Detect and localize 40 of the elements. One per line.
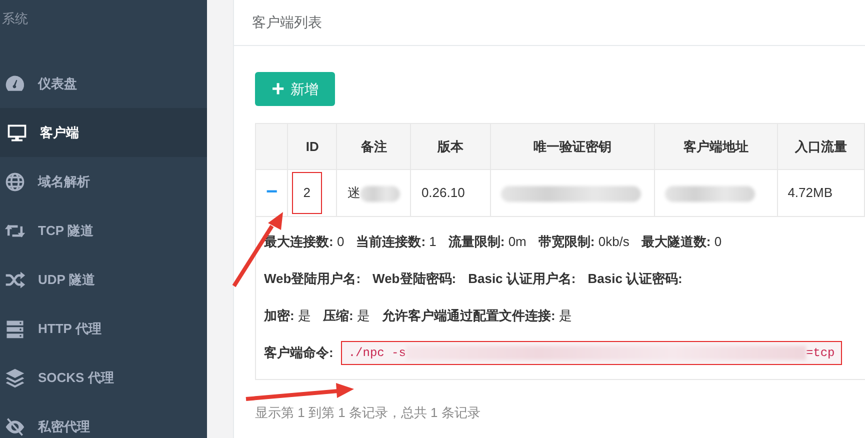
sidebar-item[interactable]: TCP 隧道 xyxy=(0,206,207,255)
client-id: 2 xyxy=(292,172,322,214)
sidebar-item[interactable]: SOCKS 代理 xyxy=(0,353,207,402)
table-cell: 迷 xyxy=(347,185,360,200)
panel-title: 客户端列表 xyxy=(252,14,322,30)
command-code: ./npc -s =tcp xyxy=(341,340,842,364)
column-header: 备注 xyxy=(336,124,411,170)
user-role: 系统 xyxy=(1,10,28,28)
detail-field: 允许客户端通过配置文件连接: 是 xyxy=(382,306,572,326)
detail-field: 流量限制: 0m xyxy=(448,232,526,252)
layers-icon xyxy=(4,366,26,388)
detail-field: 最大连接数: 0 xyxy=(264,232,344,252)
detail-field: 压缩: 是 xyxy=(322,306,370,326)
column-header: 客户端地址 xyxy=(654,124,778,170)
command-label: 客户端命令: xyxy=(264,344,334,362)
detail-field: 最大隧道数: 0 xyxy=(641,232,722,252)
sidebar-item[interactable]: 私密代理 xyxy=(0,402,207,438)
add-button[interactable]: + 新增 xyxy=(255,72,335,106)
sidebar-item[interactable]: UDP 隧道 xyxy=(0,255,207,304)
table-cell: 4.72MB xyxy=(788,185,832,200)
sidebar-item[interactable]: 仪表盘 xyxy=(0,59,207,108)
detail-field: Basic 认证用户名: xyxy=(468,268,576,288)
collapse-toggle[interactable]: − xyxy=(266,181,278,204)
detail-field: Basic 认证密码: xyxy=(588,268,682,288)
table-cell: 0.26.10 xyxy=(421,185,465,200)
sidebar-item[interactable]: HTTP 代理 xyxy=(0,304,207,353)
column-header: 唯一验证密钥 xyxy=(490,124,654,170)
detail-field: 加密: 是 xyxy=(264,306,311,326)
eye-icon xyxy=(4,416,26,438)
sidebar-item[interactable]: 域名解析 xyxy=(0,157,207,206)
column-header: 版本 xyxy=(410,124,490,170)
column-header: ID xyxy=(288,124,337,170)
detail-field: 当前连接数: 1 xyxy=(356,232,436,252)
column-header: 入口流量 xyxy=(777,124,864,170)
detail-field: Web登陆用户名: xyxy=(264,268,361,288)
globe-icon xyxy=(4,170,26,192)
record-count: 显示第 1 到第 1 条记录，总共 1 条记录 xyxy=(255,404,480,422)
detail-field: Web登陆密码: xyxy=(372,268,456,288)
detail-field: 带宽限制: 0kb/s xyxy=(538,232,630,252)
sidebar-item[interactable]: 客户端 xyxy=(0,108,207,157)
